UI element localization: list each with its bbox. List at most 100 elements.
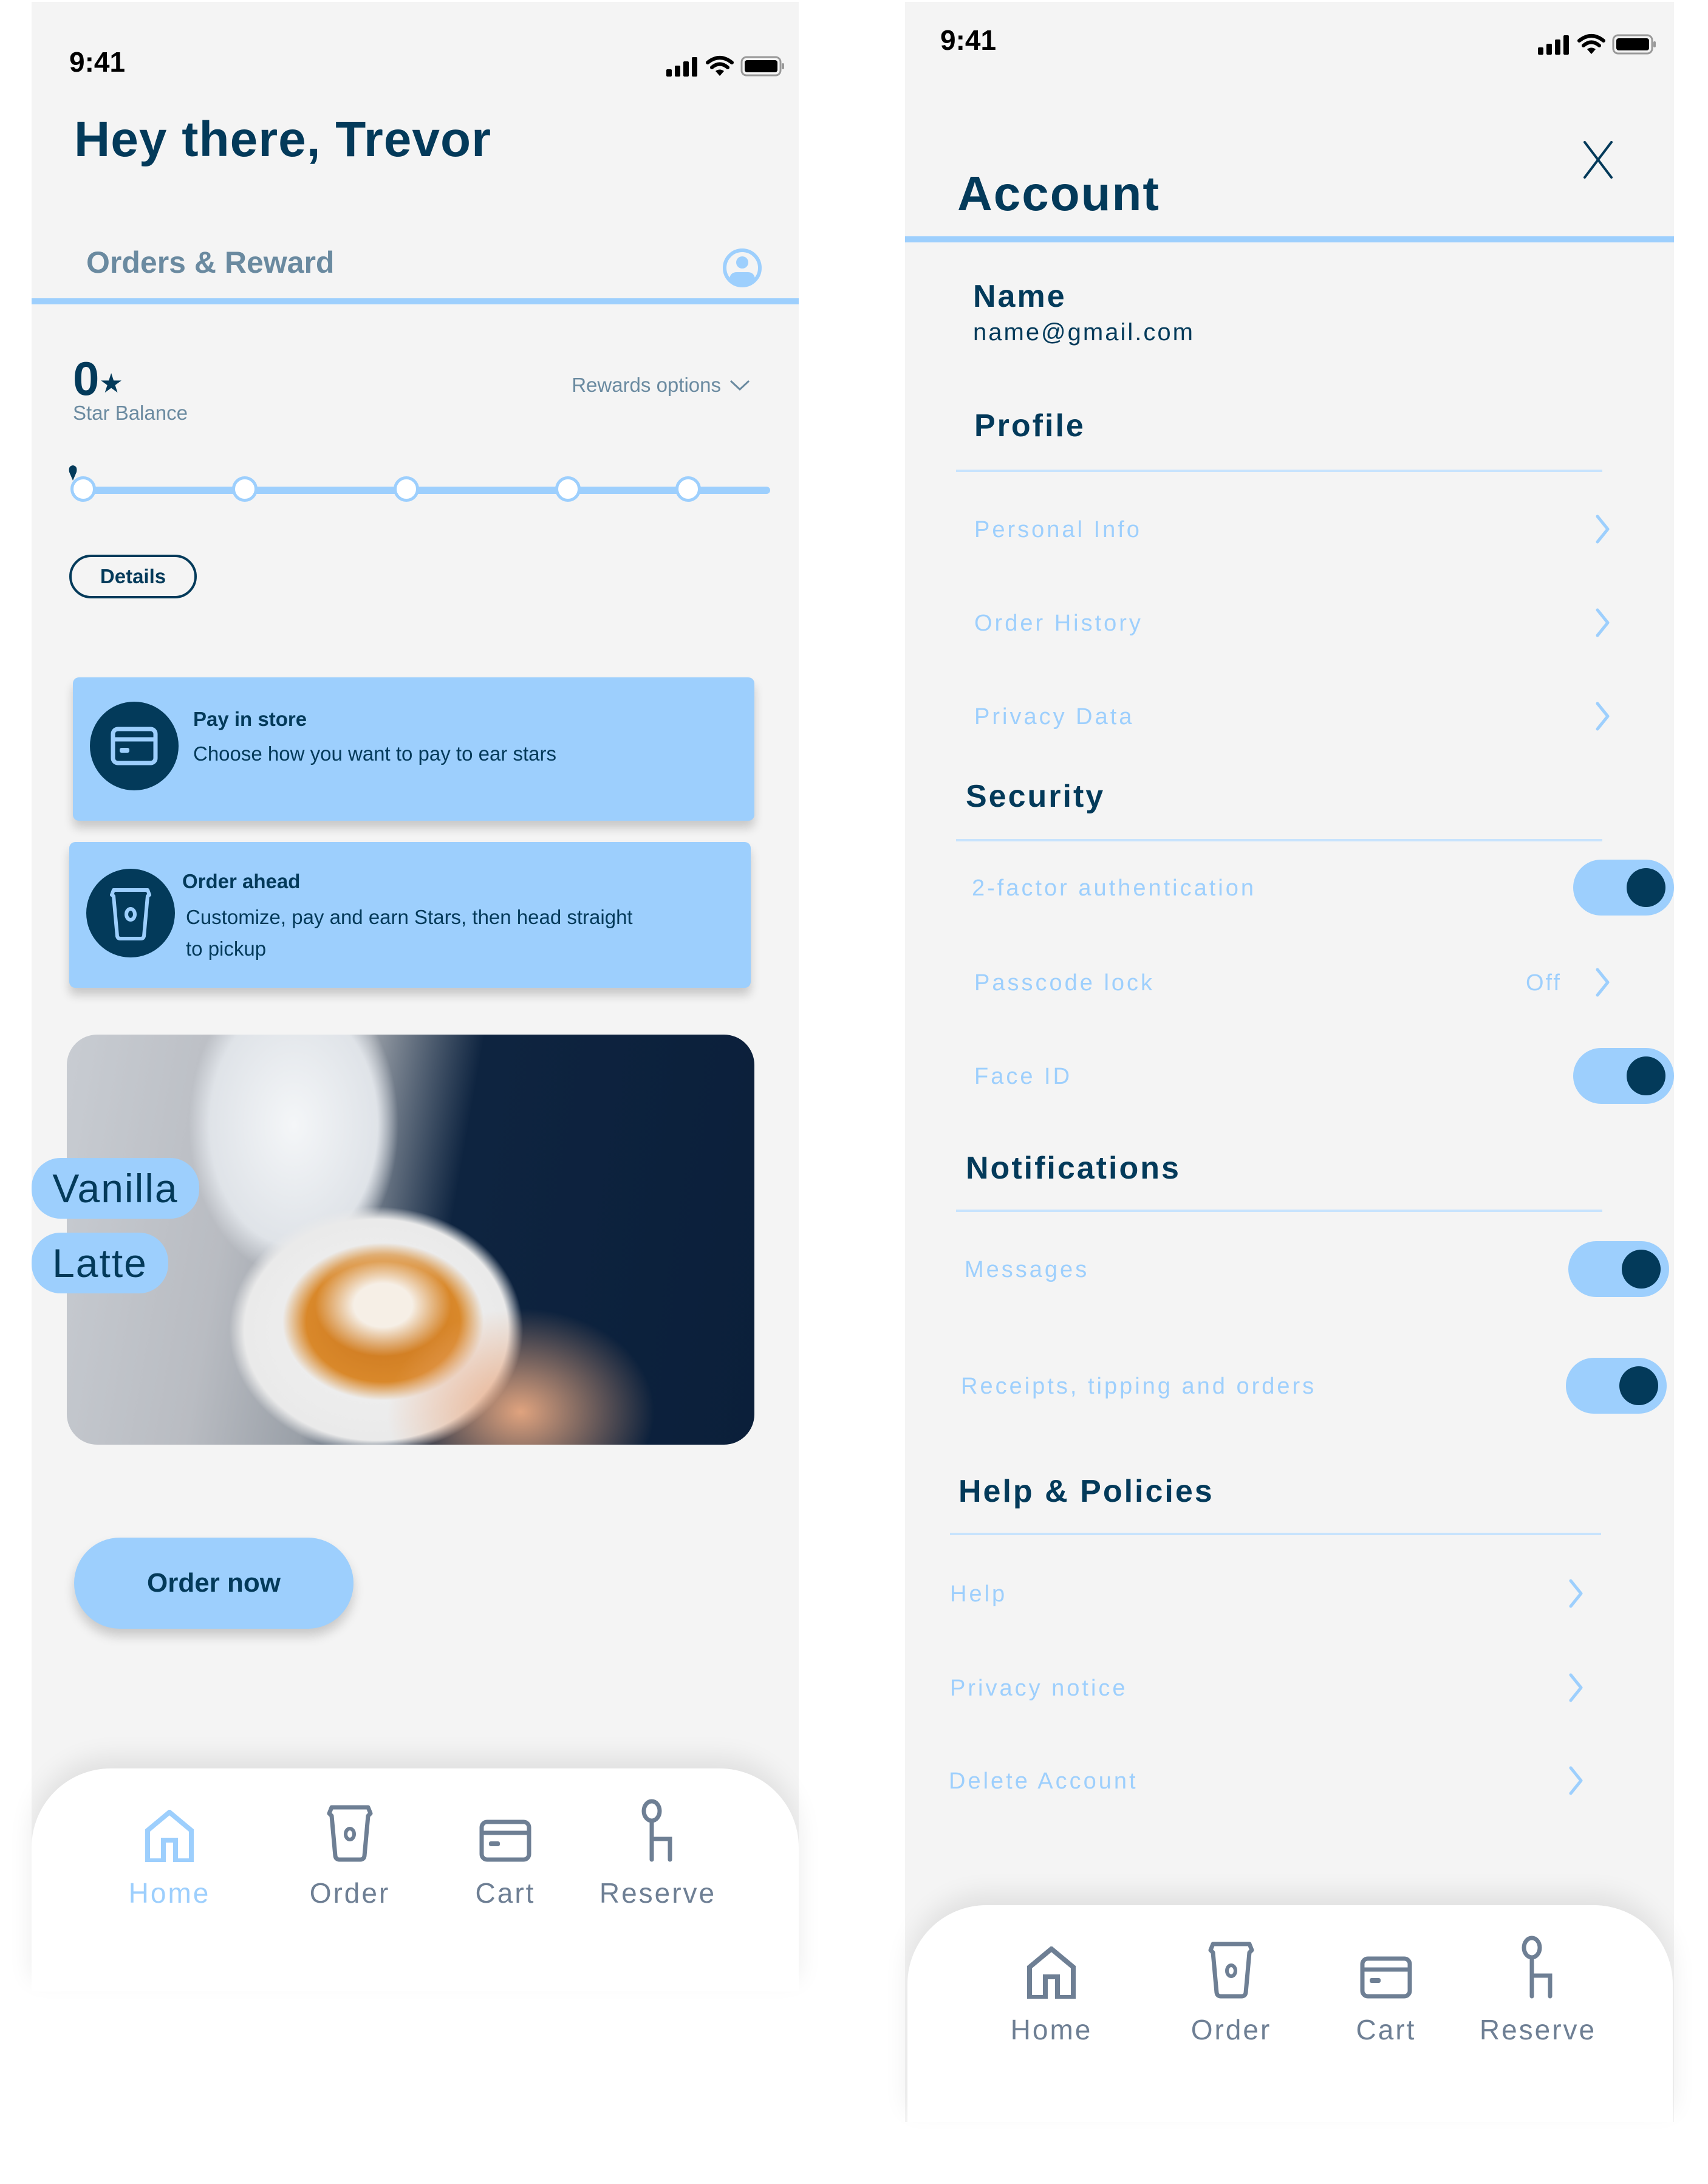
- settings-row-label: Receipts, tipping and orders: [961, 1374, 1317, 1399]
- toggle-knob: [1627, 1056, 1665, 1095]
- user-name: Name: [973, 279, 1067, 314]
- title-underline: [905, 236, 1674, 242]
- tab-orders-reward[interactable]: Orders & Reward: [86, 245, 334, 280]
- nav-label: Order: [1190, 2014, 1272, 2045]
- nav-item-order[interactable]: Order: [1158, 1936, 1304, 2046]
- credit-card-icon: [1360, 1936, 1412, 1999]
- nav-label: Reserve: [599, 1877, 717, 1909]
- card-title: Order ahead: [182, 870, 301, 892]
- toggle-knob: [1619, 1366, 1658, 1405]
- page-title: Account: [957, 166, 1160, 221]
- nav-label: Order: [309, 1877, 391, 1909]
- details-button[interactable]: Details: [69, 555, 197, 598]
- toggle-switch[interactable]: [1568, 1241, 1669, 1297]
- bottom-nav: Home Order Cart Reserve: [907, 1905, 1673, 2122]
- settings-row-label: Help: [950, 1581, 1008, 1607]
- settings-row-label: Messages: [965, 1257, 1090, 1282]
- progress-milestone: [70, 476, 96, 502]
- chevron-right-icon[interactable]: [1594, 608, 1611, 637]
- order-ahead-card[interactable]: Order ahead Customize, pay and earn Star…: [69, 842, 751, 988]
- section-divider: [956, 1210, 1602, 1212]
- chevron-right-icon[interactable]: [1567, 1673, 1584, 1702]
- section-heading-notifications: Notifications: [966, 1151, 1181, 1186]
- signal-icon: [1538, 35, 1569, 55]
- pay-in-store-card[interactable]: Pay in store Choose how you want to pay …: [73, 677, 754, 821]
- wifi-icon: [1577, 34, 1605, 54]
- card-description: Customize, pay and earn Stars, then head…: [186, 906, 633, 960]
- coffee-cup-icon: [1207, 1936, 1255, 1999]
- coffee-cup-icon: [110, 888, 151, 940]
- close-icon[interactable]: [1580, 139, 1616, 181]
- order-now-button[interactable]: Order now: [74, 1538, 354, 1629]
- greeting-title: Hey there, Trevor: [74, 112, 491, 167]
- rewards-options-label: Rewards options: [572, 374, 721, 396]
- setting-value: Off: [1526, 970, 1562, 996]
- wifi-icon: [706, 56, 734, 76]
- section-heading-security: Security: [966, 779, 1105, 814]
- status-time: 9:41: [69, 46, 126, 78]
- featured-drink-image[interactable]: [67, 1035, 754, 1445]
- section-heading-help-policies: Help & Policies: [958, 1474, 1214, 1509]
- progress-milestone: [555, 476, 581, 502]
- nav-label: Cart: [1356, 2014, 1416, 2045]
- drink-name-pill: Vanilla: [32, 1158, 199, 1219]
- status-icons: [666, 55, 785, 77]
- nav-item-reserve[interactable]: Reserve: [1465, 1936, 1611, 2046]
- nav-item-home[interactable]: Home: [979, 1936, 1124, 2046]
- nav-label: Home: [128, 1877, 211, 1909]
- tab-underline: [32, 298, 799, 304]
- credit-card-icon: [479, 1799, 531, 1862]
- section-divider: [956, 839, 1602, 841]
- star-balance-label: Star Balance: [73, 402, 188, 424]
- chevron-right-icon[interactable]: [1594, 515, 1611, 544]
- toggle-knob: [1622, 1250, 1661, 1289]
- home-icon: [1027, 1936, 1076, 1999]
- status-time: 9:41: [940, 24, 997, 56]
- toggle-knob: [1627, 868, 1665, 907]
- settings-row-help[interactable]: [905, 1563, 1674, 1630]
- nav-label: Home: [1010, 2014, 1093, 2045]
- card-icon-circle: [86, 869, 175, 957]
- section-divider: [956, 470, 1602, 472]
- chair-icon: [640, 1799, 676, 1862]
- chevron-right-icon[interactable]: [1567, 1579, 1584, 1608]
- nav-label: Reserve: [1479, 2014, 1597, 2045]
- section-heading-profile: Profile: [974, 408, 1085, 443]
- settings-row-label: 2-factor authentication: [972, 875, 1257, 901]
- user-email: name@gmail.com: [973, 319, 1195, 346]
- chevron-right-icon[interactable]: [1567, 1766, 1584, 1795]
- home-screen: 9:41 Hey there, Trevor Orders & Reward 0…: [32, 2, 799, 1991]
- toggle-switch[interactable]: [1566, 1358, 1667, 1414]
- profile-icon[interactable]: [722, 248, 762, 288]
- home-icon: [145, 1799, 194, 1862]
- chevron-down-icon: [729, 380, 750, 391]
- chair-icon: [1520, 1936, 1556, 1999]
- star-balance-value: 0★: [73, 351, 123, 406]
- nav-item-cart[interactable]: Cart: [432, 1799, 578, 1909]
- account-screen: 9:41 Account Name name@gmail.com Profile…: [905, 2, 1674, 2122]
- card-description: Choose how you want to pay to ear stars: [193, 742, 556, 765]
- battery-icon: [740, 56, 784, 77]
- section-divider: [950, 1533, 1601, 1535]
- nav-item-home[interactable]: Home: [97, 1799, 242, 1909]
- chevron-right-icon[interactable]: [1594, 702, 1611, 731]
- rewards-progress-track: [72, 487, 770, 494]
- rewards-options-dropdown[interactable]: Rewards options: [572, 374, 750, 397]
- toggle-switch[interactable]: [1573, 1048, 1674, 1104]
- card-title: Pay in store: [193, 708, 307, 730]
- card-icon-circle: [90, 702, 179, 790]
- nav-label: Cart: [475, 1877, 536, 1909]
- drink-type-pill: Latte: [32, 1233, 168, 1293]
- settings-row-label: Order History: [974, 611, 1143, 636]
- progress-milestone: [232, 476, 258, 502]
- progress-milestone: [394, 476, 419, 502]
- settings-row-label: Privacy notice: [950, 1676, 1128, 1701]
- settings-row-label: Face ID: [974, 1064, 1073, 1089]
- nav-item-reserve[interactable]: Reserve: [585, 1799, 731, 1909]
- nav-item-order[interactable]: Order: [277, 1799, 423, 1909]
- toggle-switch[interactable]: [1573, 860, 1674, 916]
- bottom-nav: Home Order Cart Reserve: [32, 1768, 799, 1991]
- chevron-right-icon[interactable]: [1594, 968, 1611, 997]
- star-count: 0: [73, 352, 100, 405]
- nav-item-cart[interactable]: Cart: [1313, 1936, 1459, 2046]
